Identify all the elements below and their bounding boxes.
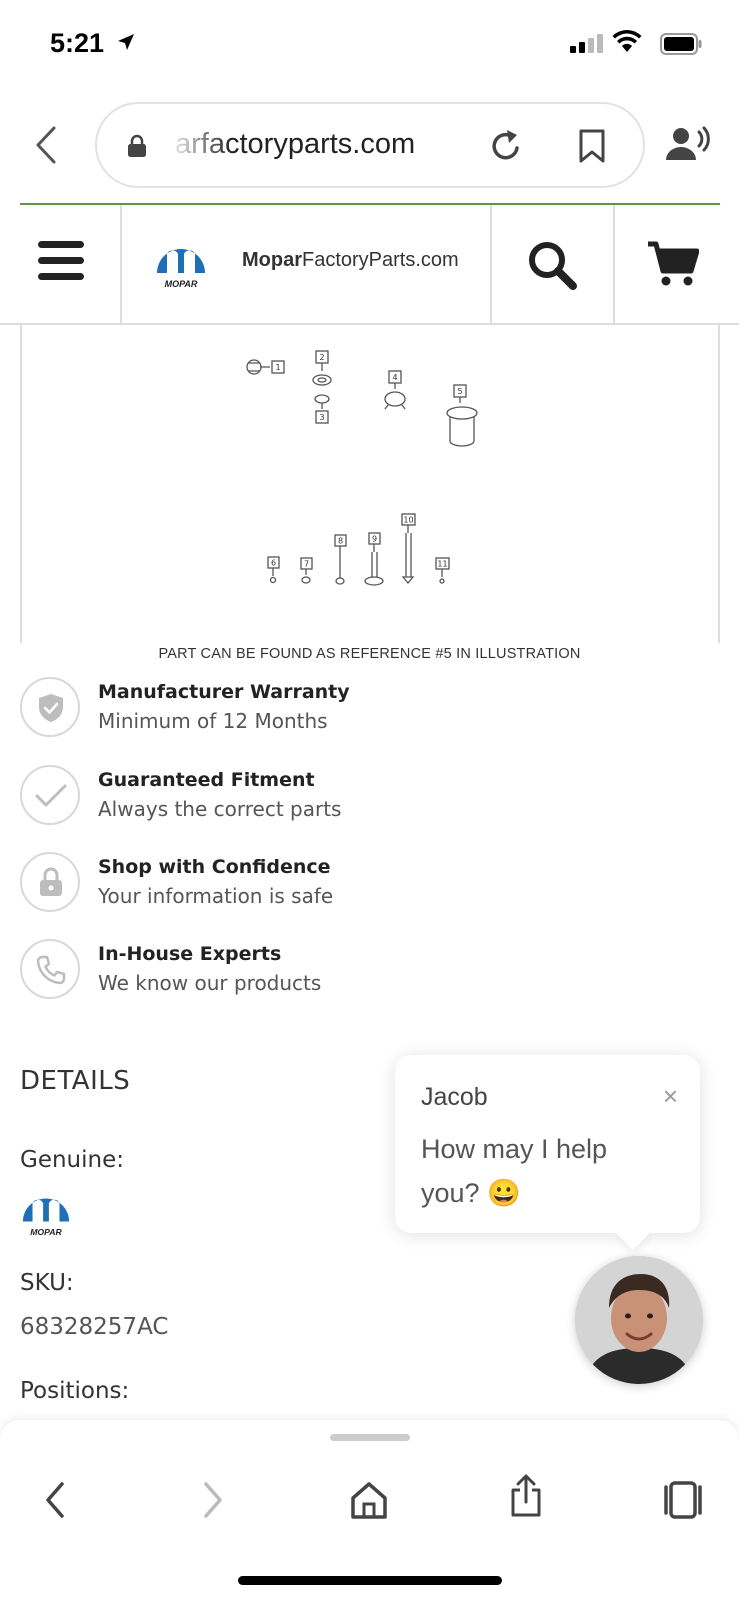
diagram-part-3: 3: [314, 394, 330, 424]
status-time: 5:21: [50, 28, 105, 58]
agent-portrait-icon: [575, 1256, 703, 1384]
home-icon[interactable]: [350, 1480, 388, 1520]
diagram-part-9: 9: [364, 532, 384, 586]
chat-emoji: 😀: [487, 1178, 521, 1208]
svg-text:9: 9: [372, 535, 377, 544]
site-header: MOPAR MoparFactoryParts.com: [0, 205, 739, 325]
positions-label: Positions:: [20, 1378, 130, 1404]
svg-text:10: 10: [403, 516, 413, 525]
checkmark-icon: [35, 784, 67, 807]
cart-button[interactable]: [615, 205, 739, 323]
svg-text:MOPAR: MOPAR: [30, 1227, 62, 1237]
feature-warranty: Manufacturer Warranty Minimum of 12 Mont…: [20, 677, 680, 743]
wifi-icon: [612, 30, 642, 52]
feature-confidence: Shop with Confidence Your information is…: [20, 852, 680, 918]
bookmark-icon[interactable]: [577, 128, 607, 164]
shield-check-icon: [39, 694, 63, 722]
browser-toolbar: [0, 1420, 739, 1600]
diagram-part-2: 2: [312, 350, 332, 386]
site-logo-link[interactable]: MOPAR MoparFactoryParts.com: [122, 205, 492, 323]
feature-icon-circle: [20, 852, 80, 912]
feature-title: Manufacturer Warranty: [98, 681, 350, 703]
url-fade: [171, 118, 231, 174]
site-name: MoparFactoryParts.com: [242, 249, 459, 272]
diagram-caption: PART CAN BE FOUND AS REFERENCE #5 IN ILL…: [158, 646, 581, 662]
feature-subtitle: Minimum of 12 Months: [98, 709, 328, 733]
search-button[interactable]: [492, 205, 615, 323]
feature-title: In-House Experts: [98, 943, 282, 965]
svg-text:7: 7: [304, 560, 309, 569]
diagram-part-1: 1: [246, 359, 285, 375]
browser-address-row: arfactoryparts.com: [0, 100, 739, 190]
parts-illustration: 1 2 3 4 5 6 7 8 9 10 11: [246, 350, 478, 586]
diagram-part-5: 5: [446, 384, 478, 447]
battery-icon: [660, 33, 702, 55]
chat-agent-avatar[interactable]: [575, 1256, 703, 1384]
status-bar: 5:21: [0, 0, 739, 90]
diagram-part-8: 8: [334, 534, 347, 585]
diagram-part-7: 7: [300, 557, 313, 584]
feature-title: Shop with Confidence: [98, 856, 331, 878]
sku-label: SKU:: [20, 1270, 74, 1296]
hamburger-menu-icon: [38, 241, 84, 280]
svg-text:3: 3: [319, 413, 324, 422]
svg-text:1: 1: [275, 363, 280, 372]
search-icon: [529, 242, 577, 290]
feature-fitment: Guaranteed Fitment Always the correct pa…: [20, 765, 680, 831]
browser-back-chevron-icon[interactable]: [30, 124, 60, 166]
shopping-cart-icon: [648, 241, 699, 286]
share-icon[interactable]: [508, 1474, 544, 1518]
diagram-part-11: 11: [435, 557, 450, 584]
phone-icon: [36, 955, 66, 985]
mopar-genuine-logo-icon: MOPAR: [22, 1198, 70, 1237]
tabs-icon[interactable]: [662, 1480, 704, 1520]
svg-text:2: 2: [319, 353, 324, 362]
svg-text:MOPAR: MOPAR: [165, 279, 198, 289]
url-bar[interactable]: arfactoryparts.com: [95, 102, 645, 188]
back-arrow-icon[interactable]: [42, 1480, 68, 1520]
site-name-rest: FactoryParts.com: [302, 249, 459, 271]
feature-icon-circle: [20, 765, 80, 825]
chat-agent-name: Jacob: [421, 1083, 488, 1111]
svg-text:8: 8: [338, 537, 343, 546]
padlock-icon: [40, 867, 62, 896]
parts-diagram[interactable]: 1 2 3 4 5 6 7 8 9 10 11: [20, 325, 720, 643]
feature-subtitle: Your information is safe: [98, 884, 334, 908]
feature-subtitle: Always the correct parts: [98, 797, 342, 821]
chat-close-icon[interactable]: ×: [663, 1081, 678, 1112]
reload-icon[interactable]: [489, 128, 523, 164]
diagram-part-4: 4: [384, 370, 406, 410]
feature-subtitle: We know our products: [98, 971, 322, 995]
cellular-signal-icon: [570, 34, 603, 53]
sku-value: 68328257AC: [20, 1314, 169, 1340]
diagram-part-10: 10: [401, 513, 416, 585]
toolbar-grabber[interactable]: [330, 1434, 410, 1441]
feature-icon-circle: [20, 677, 80, 737]
voice-reader-icon[interactable]: [666, 126, 712, 164]
svg-text:5: 5: [457, 387, 462, 396]
feature-title: Guaranteed Fitment: [98, 769, 315, 791]
lock-icon: [128, 134, 146, 157]
location-arrow-icon: [118, 34, 134, 50]
diagram-part-6: 6: [267, 556, 280, 584]
site-name-bold: Mopar: [242, 249, 302, 271]
home-indicator[interactable]: [238, 1576, 502, 1585]
mopar-logo-icon: MOPAR: [157, 249, 205, 289]
feature-icon-circle: [20, 939, 80, 999]
genuine-label: Genuine:: [20, 1147, 124, 1173]
svg-text:6: 6: [271, 559, 276, 568]
chat-popup[interactable]: Jacob × How may I help you? 😀: [395, 1055, 700, 1233]
chat-message: How may I help you? 😀: [421, 1127, 661, 1215]
svg-text:11: 11: [437, 560, 447, 569]
details-heading: DETAILS: [20, 1066, 131, 1096]
menu-button[interactable]: [0, 205, 122, 323]
svg-text:4: 4: [392, 373, 397, 382]
feature-experts: In-House Experts We know our products: [20, 939, 680, 1005]
forward-arrow-icon[interactable]: [200, 1480, 226, 1520]
